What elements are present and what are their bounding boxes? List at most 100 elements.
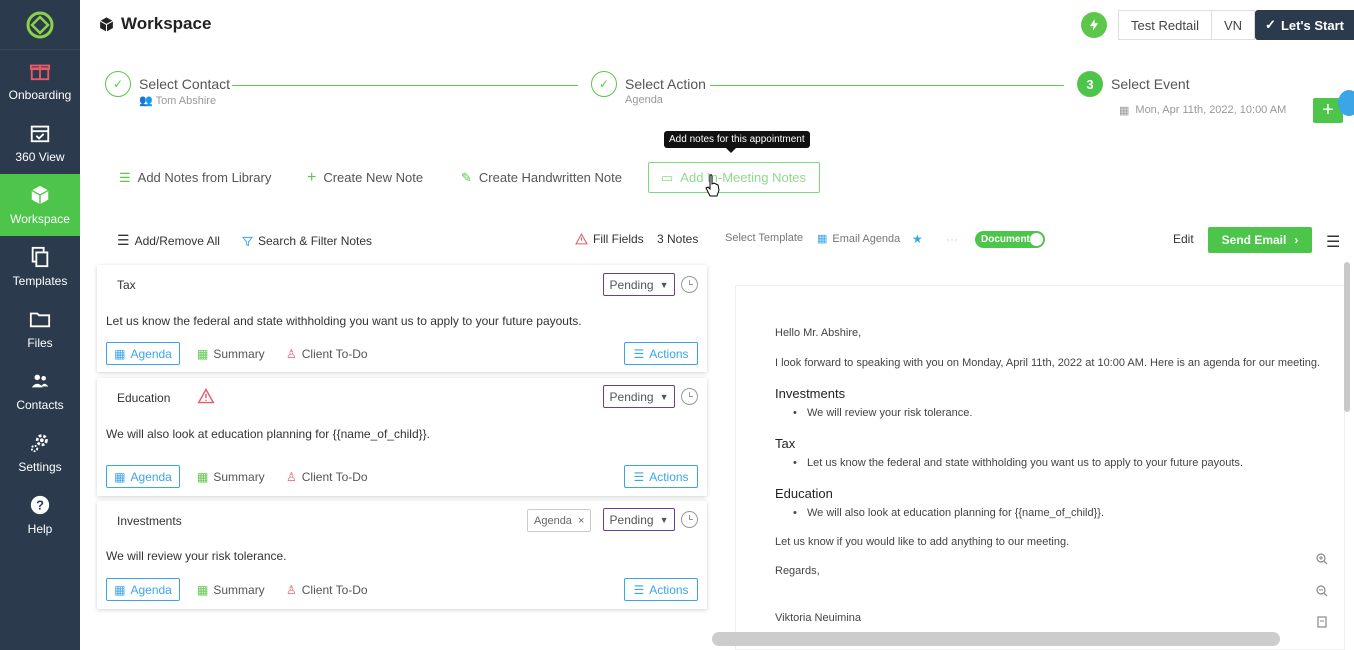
create-handwritten-note-button[interactable]: ✎ Create Handwritten Note bbox=[461, 162, 622, 193]
clock-icon[interactable] bbox=[681, 276, 698, 293]
actions-button[interactable]: ☰ Actions bbox=[624, 342, 698, 365]
add-notes-from-library-button[interactable]: ☰ Add Notes from Library bbox=[119, 162, 271, 193]
event-datetime-text: Mon, Apr 11th, 2022, 10:00 AM bbox=[1135, 104, 1287, 116]
status-dropdown[interactable]: Pending ▼ bbox=[603, 508, 675, 531]
client-todo-label: Client To-Do bbox=[301, 346, 368, 361]
sidebar-item-files[interactable]: Files bbox=[0, 298, 80, 360]
step-select-contact[interactable]: ✓ Select Contact 👥 Tom Abshire bbox=[105, 71, 230, 107]
client-todo-tag-button[interactable]: ♙ Client To-Do bbox=[286, 465, 368, 488]
zoom-in-icon[interactable] bbox=[1316, 553, 1328, 565]
quick-action-button[interactable] bbox=[1081, 12, 1108, 38]
step-label: Select Event bbox=[1111, 76, 1190, 92]
sidebar-item-settings[interactable]: Settings bbox=[0, 422, 80, 484]
agenda-tag-button[interactable]: ▦ Agenda bbox=[106, 578, 180, 601]
fill-fields-button[interactable]: Fill Fields bbox=[575, 232, 644, 246]
app-logo[interactable] bbox=[0, 0, 80, 50]
summary-tag-button[interactable]: ▦ Summary bbox=[197, 578, 265, 601]
filter-icon bbox=[242, 236, 253, 246]
warning-icon bbox=[197, 388, 215, 404]
select-template-label: Select Template bbox=[725, 232, 804, 244]
caret-down-icon: ▼ bbox=[659, 514, 669, 525]
template-select[interactable]: ▦ Email Agenda bbox=[817, 232, 900, 246]
sidebar-item-label: 360 View bbox=[15, 150, 65, 164]
sidebar-item-workspace[interactable]: Workspace bbox=[0, 174, 80, 236]
client-todo-tag-button[interactable]: ♙ Client To-Do bbox=[286, 342, 368, 365]
actions-button[interactable]: ☰ Actions bbox=[624, 465, 698, 488]
doc-signature: Viktoria Neuimina bbox=[775, 612, 862, 624]
doc-intro: I look forward to speaking with you on M… bbox=[775, 357, 1321, 369]
step-subtitle-text: Tom Abshire bbox=[155, 95, 217, 107]
chevron-right-icon: › bbox=[1294, 233, 1299, 247]
check-icon: ✓ bbox=[1265, 17, 1276, 32]
create-new-note-button[interactable]: + Create New Note bbox=[307, 162, 423, 193]
sidebar-item-label: Workspace bbox=[10, 212, 70, 226]
gear-icon bbox=[30, 434, 48, 453]
note-title: Tax bbox=[117, 278, 136, 292]
clock-icon[interactable] bbox=[681, 511, 698, 528]
contacts-icon bbox=[31, 374, 49, 388]
status-label: Pending bbox=[609, 277, 654, 292]
calendar-check-icon: ▦ bbox=[197, 582, 209, 597]
note-title: Investments bbox=[117, 514, 182, 528]
lets-start-label: Let's Start bbox=[1280, 17, 1344, 33]
document-toggle[interactable]: Document bbox=[975, 231, 1045, 248]
actions-button[interactable]: ☰ Actions bbox=[624, 578, 698, 601]
close-icon[interactable]: × bbox=[578, 515, 584, 527]
favorite-star-icon[interactable]: ★ bbox=[912, 232, 923, 246]
step-select-action[interactable]: ✓ Select Action Agenda bbox=[591, 71, 706, 106]
page-title: Workspace bbox=[98, 14, 211, 34]
sidebar-item-help[interactable]: ? Help bbox=[0, 484, 80, 546]
summary-tag-button[interactable]: ▦ Summary bbox=[197, 342, 265, 365]
summary-tag-button[interactable]: ▦ Summary bbox=[197, 465, 265, 488]
status-dropdown[interactable]: Pending ▼ bbox=[603, 273, 675, 296]
summary-label: Summary bbox=[213, 582, 265, 597]
list-icon: ☰ bbox=[119, 169, 131, 185]
add-in-meeting-notes-button[interactable]: ▭ Add In-Meeting Notes bbox=[648, 162, 820, 193]
step-connector bbox=[710, 85, 1064, 86]
fit-page-icon[interactable] bbox=[1316, 616, 1328, 628]
send-email-button[interactable]: Send Email › bbox=[1208, 227, 1312, 253]
note-body: We will review your risk tolerance. bbox=[106, 549, 287, 563]
menu-icon[interactable]: ☰ bbox=[1326, 232, 1340, 252]
sidebar-item-label: Settings bbox=[18, 460, 62, 474]
vertical-scrollbar[interactable] bbox=[1344, 262, 1350, 412]
note-card-education: Education Pending ▼ We will also look at… bbox=[97, 378, 707, 496]
sidebar-item-templates[interactable]: Templates bbox=[0, 236, 80, 298]
status-dropdown[interactable]: Pending ▼ bbox=[603, 385, 675, 408]
help-bubble-button[interactable] bbox=[1338, 90, 1354, 116]
cube-icon bbox=[99, 16, 114, 32]
summary-label: Summary bbox=[213, 346, 265, 361]
step-number: 3 bbox=[1077, 71, 1103, 97]
person-icon: 👥 bbox=[139, 95, 153, 107]
client-todo-tag-button[interactable]: ♙ Client To-Do bbox=[286, 578, 368, 601]
sidebar-item-360-view[interactable]: 360 View bbox=[0, 112, 80, 174]
add-remove-all-button[interactable]: ☰ Add/Remove All bbox=[117, 232, 220, 249]
agenda-tag-button[interactable]: ▦ Agenda bbox=[106, 342, 180, 365]
calendar-check-icon: ▦ bbox=[197, 346, 209, 361]
more-dots-icon[interactable]: ··· bbox=[946, 232, 958, 246]
caret-down-icon: ▼ bbox=[659, 391, 669, 402]
search-filter-notes-button[interactable]: Search & Filter Notes bbox=[242, 234, 372, 248]
language-button[interactable]: VN bbox=[1211, 10, 1256, 40]
note-body: We will also look at education planning … bbox=[106, 427, 430, 441]
sidebar-item-contacts[interactable]: Contacts bbox=[0, 360, 80, 422]
horizontal-scrollbar[interactable] bbox=[712, 632, 1280, 646]
agenda-chip[interactable]: Agenda × bbox=[527, 509, 592, 532]
agenda-tag-button[interactable]: ▦ Agenda bbox=[106, 465, 180, 488]
list-icon: ☰ bbox=[633, 346, 645, 361]
sidebar-item-onboarding[interactable]: Onboarding bbox=[0, 50, 80, 112]
user-button[interactable]: Test Redtail bbox=[1118, 10, 1212, 40]
lets-start-button[interactable]: ✓ Let's Start bbox=[1255, 10, 1354, 40]
doc-heading: Education bbox=[775, 486, 833, 501]
doc-regards: Regards, bbox=[775, 565, 820, 577]
check-icon: ✓ bbox=[105, 71, 131, 97]
calendar-icon: ▦ bbox=[114, 346, 126, 361]
zoom-out-icon[interactable] bbox=[1316, 585, 1328, 597]
person-icon: ♙ bbox=[286, 582, 297, 597]
note-title: Education bbox=[117, 391, 171, 405]
step-select-event[interactable]: 3 Select Event bbox=[1077, 71, 1190, 97]
agenda-label: Agenda bbox=[130, 346, 172, 361]
edit-button[interactable]: Edit bbox=[1173, 232, 1194, 246]
sidebar-item-label: Files bbox=[27, 336, 53, 350]
clock-icon[interactable] bbox=[681, 388, 698, 405]
